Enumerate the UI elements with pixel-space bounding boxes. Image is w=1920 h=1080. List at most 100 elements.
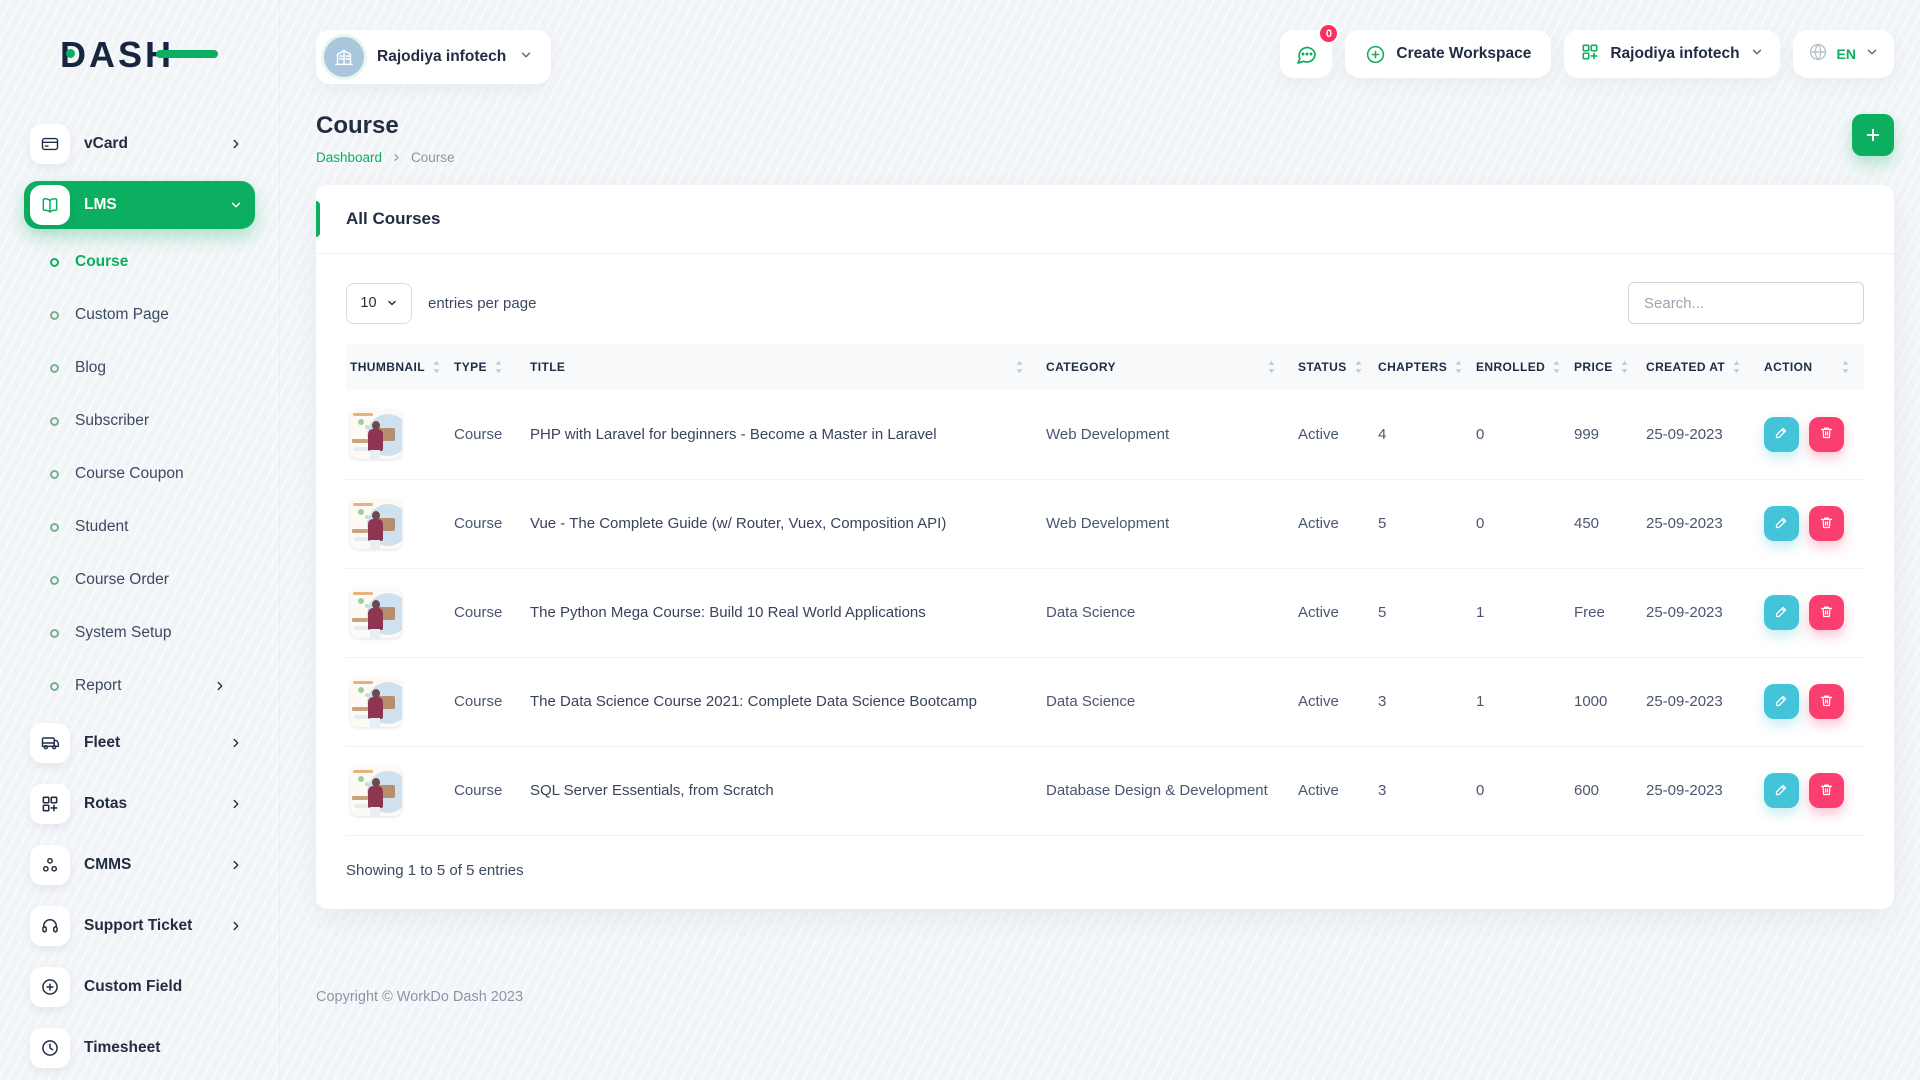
cell-created-at: 25-09-2023	[1638, 657, 1756, 746]
cell-chapters: 5	[1370, 568, 1468, 657]
cell-title: The Data Science Course 2021: Complete D…	[522, 657, 1038, 746]
app-logo[interactable]: DASH	[60, 34, 190, 76]
workspace-switcher[interactable]: Rajodiya infotech	[1564, 30, 1779, 78]
workspace-selector[interactable]: Rajodiya infotech	[316, 30, 551, 84]
chevron-right-icon	[229, 858, 243, 872]
edit-button[interactable]	[1764, 417, 1799, 452]
grid-plus-icon	[30, 784, 70, 824]
bullet-icon	[50, 258, 59, 267]
chevron-right-icon	[229, 797, 243, 811]
column-header-type[interactable]: TYPE	[446, 344, 522, 390]
cell-thumbnail	[346, 568, 446, 657]
sidebar-item-cmms[interactable]: CMMS	[24, 841, 255, 889]
cell-category: Database Design & Development	[1038, 746, 1290, 835]
headset-icon	[30, 906, 70, 946]
workspace-switcher-name: Rajodiya infotech	[1610, 45, 1739, 63]
delete-button[interactable]	[1809, 595, 1844, 630]
pencil-icon	[1774, 693, 1789, 711]
messages-button[interactable]: 0	[1280, 30, 1332, 78]
sidebar-subitem-blog[interactable]: Blog	[24, 348, 255, 388]
logo-dot-icon	[66, 49, 75, 58]
column-header-category[interactable]: CATEGORY	[1038, 344, 1290, 390]
sidebar-item-label: vCard	[84, 135, 215, 153]
sort-icon	[494, 360, 503, 374]
sidebar-item-rotas[interactable]: Rotas	[24, 780, 255, 828]
card-accent-bar	[316, 201, 320, 237]
cell-action	[1756, 390, 1864, 479]
globe-icon	[1808, 42, 1828, 67]
sidebar-subitem-course[interactable]: Course	[24, 242, 255, 282]
cell-price: 450	[1566, 479, 1638, 568]
sidebar-subitem-subscriber[interactable]: Subscriber	[24, 401, 255, 441]
cell-action	[1756, 568, 1864, 657]
cell-enrolled: 0	[1468, 746, 1566, 835]
cell-category: Data Science	[1038, 568, 1290, 657]
delete-button[interactable]	[1809, 773, 1844, 808]
workspace-avatar	[324, 37, 364, 77]
delete-button[interactable]	[1809, 417, 1844, 452]
cell-enrolled: 1	[1468, 568, 1566, 657]
column-header-action[interactable]: ACTION	[1756, 344, 1864, 390]
trash-icon	[1819, 604, 1834, 622]
logo-dash-icon	[156, 50, 218, 58]
cell-status: Active	[1290, 746, 1370, 835]
sidebar-item-timesheet[interactable]: Timesheet	[24, 1024, 255, 1072]
trash-icon	[1819, 693, 1834, 711]
cell-price: 600	[1566, 746, 1638, 835]
language-selector[interactable]: EN	[1793, 30, 1894, 78]
cell-type: Course	[446, 568, 522, 657]
cell-category: Web Development	[1038, 390, 1290, 479]
pencil-icon	[1774, 604, 1789, 622]
footer-copyright: Copyright © WorkDo Dash 2023	[316, 967, 1894, 1031]
entries-per-page-select[interactable]: 10	[346, 283, 412, 324]
column-header-status[interactable]: STATUS	[1290, 344, 1370, 390]
sidebar-subitem-custom-page[interactable]: Custom Page	[24, 295, 255, 335]
sidebar-subitem-system-setup[interactable]: System Setup	[24, 613, 255, 653]
breadcrumb-dashboard-link[interactable]: Dashboard	[316, 150, 382, 165]
course-thumbnail	[350, 588, 402, 638]
cell-thumbnail	[346, 479, 446, 568]
sidebar-item-support-ticket[interactable]: Support Ticket	[24, 902, 255, 950]
chevron-right-icon	[213, 679, 227, 693]
table-summary: Showing 1 to 5 of 5 entries	[316, 836, 1894, 883]
edit-button[interactable]	[1764, 773, 1799, 808]
sidebar-item-vcard[interactable]: vCard	[24, 120, 255, 168]
column-header-thumbnail[interactable]: THUMBNAIL	[346, 344, 446, 390]
delete-button[interactable]	[1809, 684, 1844, 719]
column-header-created-at[interactable]: CREATED AT	[1638, 344, 1756, 390]
edit-button[interactable]	[1764, 595, 1799, 630]
sort-icon	[1841, 360, 1850, 374]
sidebar-subitem-course-order[interactable]: Course Order	[24, 560, 255, 600]
sidebar-subitem-course-coupon[interactable]: Course Coupon	[24, 454, 255, 494]
column-header-enrolled[interactable]: ENROLLED	[1468, 344, 1566, 390]
cell-action	[1756, 657, 1864, 746]
course-thumbnail	[350, 499, 402, 549]
sidebar-item-fleet[interactable]: Fleet	[24, 719, 255, 767]
edit-button[interactable]	[1764, 684, 1799, 719]
sidebar-item-custom-field[interactable]: Custom Field	[24, 963, 255, 1011]
column-header-price[interactable]: PRICE	[1566, 344, 1638, 390]
card-title: All Courses	[346, 209, 440, 228]
course-thumbnail	[350, 766, 402, 816]
edit-button[interactable]	[1764, 506, 1799, 541]
sidebar: DASH vCard LMS Course Custom Page Blog	[0, 0, 280, 1080]
courses-table-wrap: THUMBNAIL TYPE TITLE CATEGORY STATUS	[316, 344, 1894, 836]
bullet-icon	[50, 417, 59, 426]
search-input[interactable]	[1628, 282, 1864, 324]
delete-button[interactable]	[1809, 506, 1844, 541]
chat-icon	[1294, 42, 1318, 66]
bullet-icon	[50, 629, 59, 638]
add-course-button[interactable]	[1852, 114, 1894, 156]
sidebar-subitem-report[interactable]: Report	[24, 666, 255, 706]
column-header-title[interactable]: TITLE	[522, 344, 1038, 390]
sidebar-item-lms[interactable]: LMS	[24, 181, 255, 229]
column-header-chapters[interactable]: CHAPTERS	[1370, 344, 1468, 390]
cell-category: Web Development	[1038, 479, 1290, 568]
sidebar-item-label: CMMS	[84, 856, 215, 874]
cell-chapters: 3	[1370, 657, 1468, 746]
create-workspace-button[interactable]: Create Workspace	[1345, 30, 1551, 78]
bullet-icon	[50, 523, 59, 532]
pencil-icon	[1774, 515, 1789, 533]
sidebar-subitem-student[interactable]: Student	[24, 507, 255, 547]
trash-icon	[1819, 425, 1834, 443]
